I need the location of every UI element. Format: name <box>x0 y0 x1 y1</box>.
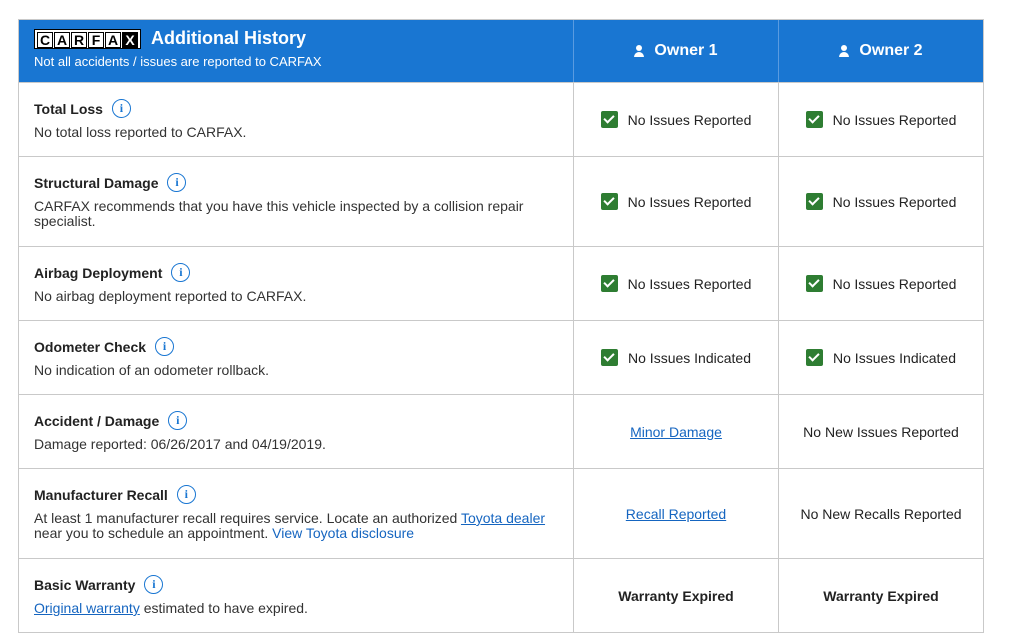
owner2-status: No Issues Indicated <box>833 349 956 366</box>
row-title: Airbag Deployment <box>34 264 163 281</box>
row-description: No indication of an odometer rollback. <box>34 362 270 378</box>
checkbox-icon <box>600 193 618 210</box>
owner2-status: Warranty Expired <box>823 587 939 604</box>
table-header: CARFAX Additional History Not all accide… <box>19 20 983 82</box>
table-row: Basic Warranty i Original warranty estima… <box>19 558 983 632</box>
row-title: Structural Damage <box>34 174 159 191</box>
minor-damage-link[interactable]: Minor Damage <box>630 424 722 440</box>
info-icon[interactable]: i <box>144 575 164 594</box>
row-title: Manufacturer Recall <box>34 486 168 503</box>
table-row: Accident / Damage i Damage reported: 06/2… <box>19 394 983 468</box>
row-description: Original warranty estimated to have expi… <box>34 600 308 616</box>
owner2-status: No Issues Reported <box>832 111 957 128</box>
checkbox-icon <box>600 111 618 128</box>
owner2-status: No New Issues Reported <box>803 423 959 440</box>
owner2-status: No Issues Reported <box>832 193 957 210</box>
owner1-header: Owner 1 <box>574 20 779 82</box>
row-description: No total loss reported to CARFAX. <box>34 124 247 140</box>
checkbox-icon <box>601 349 619 366</box>
info-icon[interactable]: i <box>171 263 191 282</box>
owner1-status: No Issues Indicated <box>628 349 751 366</box>
table-row: Total Loss i No total loss reported to CA… <box>19 82 983 156</box>
info-icon[interactable]: i <box>168 411 188 430</box>
row-description: CARFAX recommends that you have this veh… <box>34 198 524 229</box>
table-row: Structural Damage i CARFAX recommends tha… <box>19 156 983 246</box>
recall-reported-link[interactable]: Recall Reported <box>626 506 726 522</box>
table-row: Manufacturer Recall i At least 1 manufact… <box>19 468 983 558</box>
table-row: Airbag Deployment i No airbag deployment … <box>19 246 983 320</box>
row-description: No airbag deployment reported to CARFAX. <box>34 288 307 304</box>
row-title: Odometer Check <box>34 338 147 355</box>
owner2-status: No Issues Reported <box>832 275 957 292</box>
additional-history-table: CARFAX Additional History Not all accide… <box>18 19 984 633</box>
info-icon[interactable]: i <box>111 99 131 118</box>
owner1-status: No Issues Reported <box>627 111 752 128</box>
info-icon[interactable]: i <box>176 485 196 504</box>
original-warranty-link[interactable]: Original warranty <box>34 600 140 616</box>
owner2-status: No New Recalls Reported <box>800 505 962 522</box>
row-description: At least 1 manufacturer recall requires … <box>34 510 546 541</box>
person-icon <box>634 45 645 57</box>
row-title: Accident / Damage <box>34 412 160 429</box>
info-icon[interactable]: i <box>167 173 187 192</box>
section-title: Additional History <box>151 28 307 48</box>
row-description: Damage reported: 06/26/2017 and 04/19/20… <box>34 436 326 452</box>
view-toyota-disclosure-link[interactable]: View Toyota disclosure <box>272 525 414 541</box>
owner1-status: No Issues Reported <box>627 275 752 292</box>
checkbox-icon <box>600 275 618 292</box>
row-title: Basic Warranty <box>34 576 136 593</box>
toyota-dealer-link[interactable]: Toyota dealer <box>461 510 545 526</box>
owner1-status: No Issues Reported <box>627 193 752 210</box>
owner2-header: Owner 2 <box>779 20 983 82</box>
checkbox-icon <box>805 111 823 128</box>
table-row: Odometer Check i No indication of an odom… <box>19 320 983 394</box>
owner1-status: Warranty Expired <box>618 587 734 604</box>
checkbox-icon <box>805 193 823 210</box>
section-subtitle: Not all accidents / issues are reported … <box>34 54 322 69</box>
carfax-logo: CARFAX <box>34 28 141 49</box>
checkbox-icon <box>806 349 824 366</box>
info-icon[interactable]: i <box>155 337 175 356</box>
person-icon <box>839 45 850 57</box>
checkbox-icon <box>805 275 823 292</box>
row-title: Total Loss <box>34 100 103 117</box>
